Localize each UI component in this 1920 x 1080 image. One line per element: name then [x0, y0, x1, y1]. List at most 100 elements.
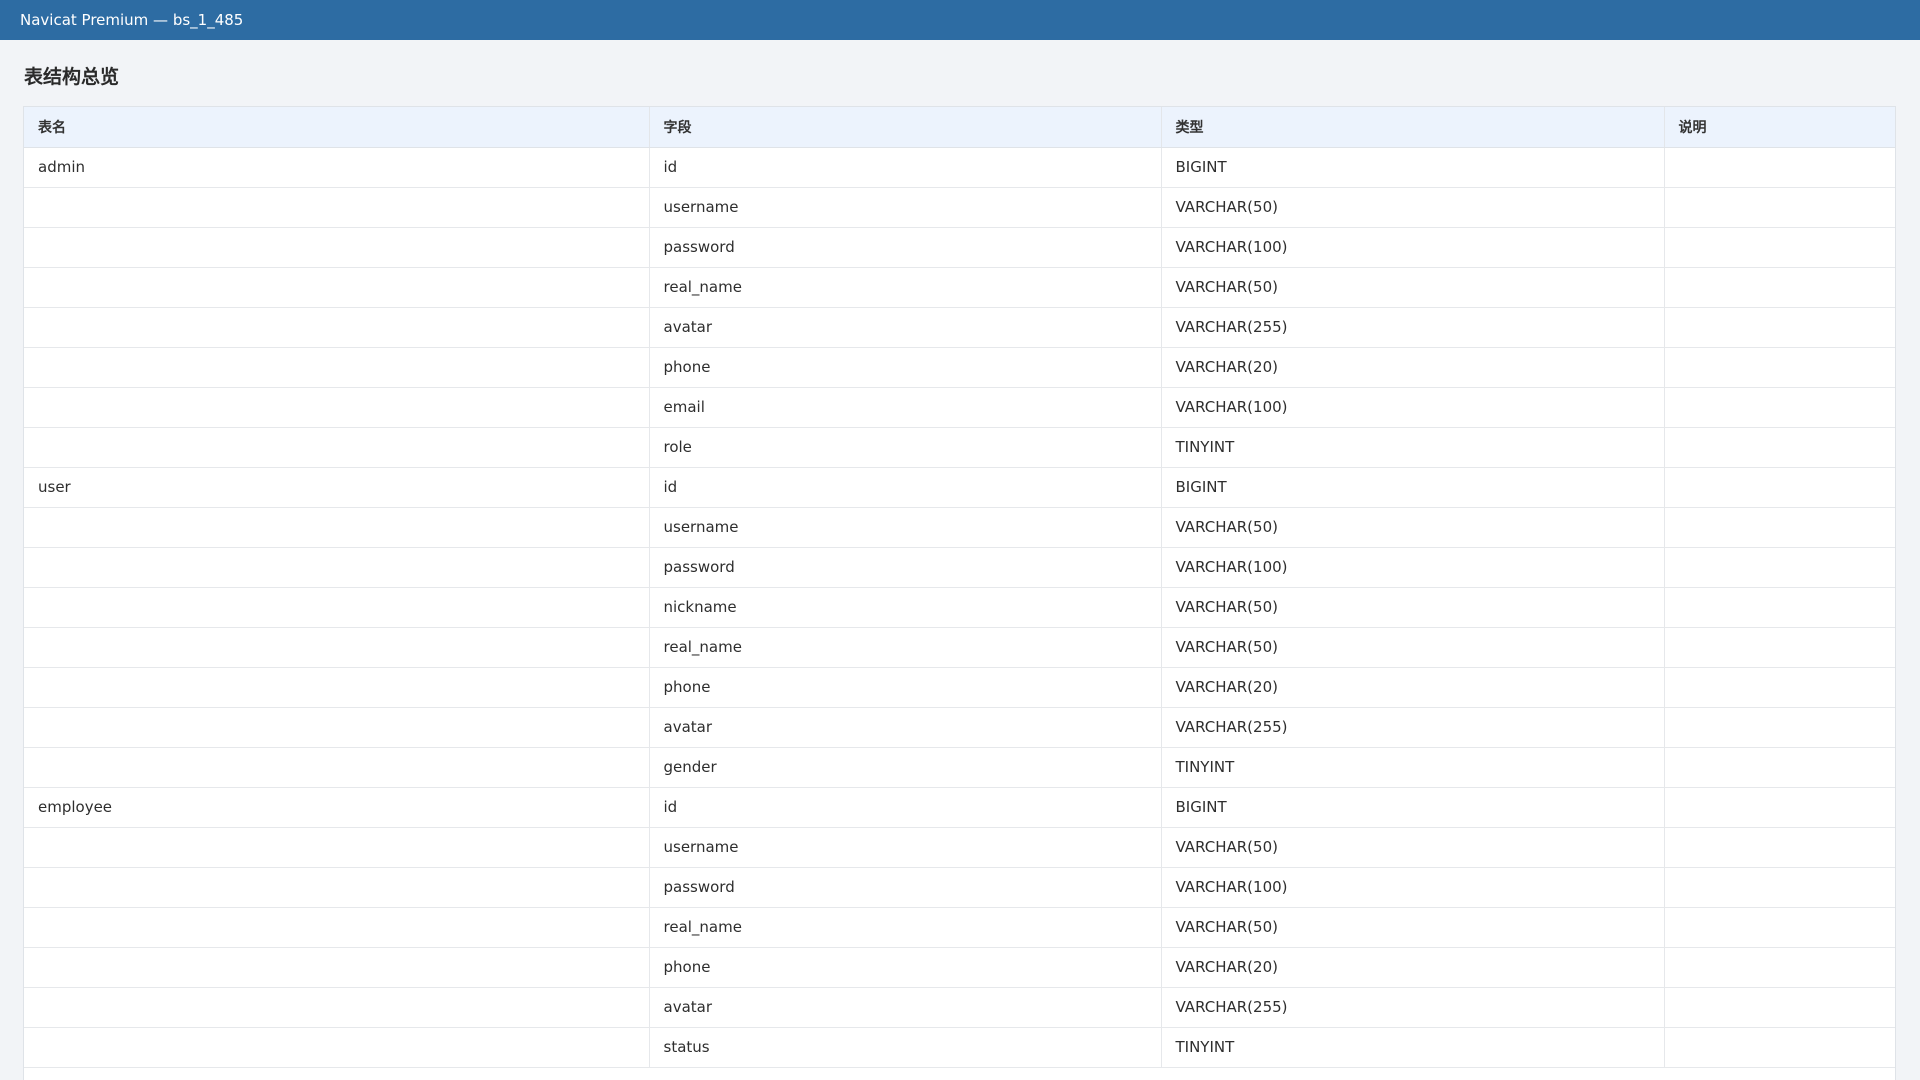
cell-description[interactable] — [1664, 787, 1895, 828]
table-row[interactable]: username VARCHAR(50) — [24, 827, 1895, 868]
cell-table-name[interactable] — [24, 627, 650, 668]
cell-table-name[interactable] — [24, 707, 650, 748]
cell-field[interactable]: id — [649, 147, 1162, 188]
cell-field[interactable]: password — [649, 227, 1162, 268]
cell-type[interactable]: VARCHAR(20) — [1161, 347, 1665, 388]
cell-field[interactable]: status — [649, 1027, 1162, 1068]
cell-description[interactable] — [1664, 467, 1895, 508]
cell-table-name[interactable] — [24, 907, 650, 948]
cell-field[interactable]: avatar — [649, 707, 1162, 748]
cell-field[interactable]: password — [649, 547, 1162, 588]
table-row[interactable]: real_name VARCHAR(50) — [24, 267, 1895, 308]
cell-table-name[interactable] — [24, 827, 650, 868]
cell-description[interactable] — [1664, 547, 1895, 588]
cell-type[interactable]: VARCHAR(50) — [1161, 627, 1665, 668]
cell-table-name[interactable] — [24, 347, 650, 388]
cell-table-name[interactable] — [24, 187, 650, 228]
cell-field[interactable]: real_name — [649, 627, 1162, 668]
cell-type[interactable]: VARCHAR(50) — [1161, 907, 1665, 948]
cell-table-name[interactable] — [24, 667, 650, 708]
column-header-type[interactable]: 类型 — [1161, 107, 1665, 148]
cell-type[interactable]: VARCHAR(50) — [1161, 587, 1665, 628]
table-row[interactable]: gender TINYINT — [24, 747, 1895, 788]
cell-table-name[interactable]: employee — [24, 787, 650, 828]
cell-table-name[interactable]: user — [24, 467, 650, 508]
cell-table-name[interactable] — [24, 867, 650, 908]
cell-type[interactable]: BIGINT — [1161, 467, 1665, 508]
table-row[interactable]: role TINYINT — [24, 427, 1895, 468]
cell-table-name[interactable] — [24, 227, 650, 268]
table-row[interactable]: avatar VARCHAR(255) — [24, 707, 1895, 748]
cell-field[interactable]: username — [649, 187, 1162, 228]
column-header-table-name[interactable]: 表名 — [24, 107, 650, 148]
cell-description[interactable] — [1664, 747, 1895, 788]
cell-description[interactable] — [1664, 1027, 1895, 1068]
cell-field[interactable]: username — [649, 507, 1162, 548]
cell-description[interactable] — [1664, 827, 1895, 868]
cell-field[interactable]: email — [649, 387, 1162, 428]
table-row[interactable]: email VARCHAR(100) — [24, 387, 1895, 428]
table-row[interactable]: employee id BIGINT — [24, 787, 1895, 828]
cell-type[interactable]: VARCHAR(255) — [1161, 987, 1665, 1028]
cell-description[interactable] — [1664, 947, 1895, 988]
cell-description[interactable] — [1664, 147, 1895, 188]
table-row[interactable]: status TINYINT — [24, 1027, 1895, 1068]
column-header-field[interactable]: 字段 — [649, 107, 1162, 148]
cell-description[interactable] — [1664, 507, 1895, 548]
cell-field[interactable]: real_name — [649, 267, 1162, 308]
cell-table-name[interactable] — [24, 987, 650, 1028]
cell-field[interactable]: real_name — [649, 907, 1162, 948]
cell-description[interactable] — [1664, 867, 1895, 908]
cell-table-name[interactable] — [24, 947, 650, 988]
cell-description[interactable] — [1664, 427, 1895, 468]
cell-description[interactable] — [1664, 907, 1895, 948]
cell-field[interactable]: username — [649, 827, 1162, 868]
cell-description[interactable] — [1664, 987, 1895, 1028]
cell-description[interactable] — [1664, 707, 1895, 748]
table-row[interactable]: avatar VARCHAR(255) — [24, 987, 1895, 1028]
cell-description[interactable] — [1664, 627, 1895, 668]
cell-type[interactable]: VARCHAR(100) — [1161, 547, 1665, 588]
cell-table-name[interactable] — [24, 307, 650, 348]
cell-table-name[interactable] — [24, 387, 650, 428]
cell-type[interactable]: VARCHAR(20) — [1161, 667, 1665, 708]
cell-type[interactable]: VARCHAR(255) — [1161, 707, 1665, 748]
table-row[interactable]: avatar VARCHAR(255) — [24, 307, 1895, 348]
cell-description[interactable] — [1664, 347, 1895, 388]
table-row[interactable]: real_name VARCHAR(50) — [24, 907, 1895, 948]
cell-type[interactable]: VARCHAR(50) — [1161, 267, 1665, 308]
cell-type[interactable]: VARCHAR(100) — [1161, 867, 1665, 908]
cell-table-name[interactable] — [24, 747, 650, 788]
table-row[interactable]: password VARCHAR(100) — [24, 547, 1895, 588]
table-row[interactable]: password VARCHAR(100) — [24, 227, 1895, 268]
column-header-description[interactable]: 说明 — [1664, 107, 1895, 148]
table-row[interactable]: phone VARCHAR(20) — [24, 347, 1895, 388]
cell-field[interactable]: avatar — [649, 987, 1162, 1028]
table-row[interactable]: username VARCHAR(50) — [24, 187, 1895, 228]
cell-description[interactable] — [1664, 187, 1895, 228]
table-row[interactable]: password VARCHAR(100) — [24, 867, 1895, 908]
cell-table-name[interactable] — [24, 427, 650, 468]
cell-type[interactable]: VARCHAR(50) — [1161, 187, 1665, 228]
cell-field[interactable]: id — [649, 467, 1162, 508]
cell-field[interactable]: phone — [649, 947, 1162, 988]
table-row[interactable]: admin id BIGINT — [24, 147, 1895, 188]
cell-field[interactable]: password — [649, 867, 1162, 908]
cell-type[interactable]: VARCHAR(100) — [1161, 227, 1665, 268]
cell-field[interactable]: id — [649, 787, 1162, 828]
cell-description[interactable] — [1664, 667, 1895, 708]
cell-type[interactable]: VARCHAR(100) — [1161, 387, 1665, 428]
table-row[interactable]: username VARCHAR(50) — [24, 507, 1895, 548]
cell-type[interactable]: VARCHAR(50) — [1161, 827, 1665, 868]
cell-description[interactable] — [1664, 307, 1895, 348]
cell-field[interactable]: phone — [649, 667, 1162, 708]
cell-table-name[interactable] — [24, 267, 650, 308]
cell-field[interactable]: phone — [649, 347, 1162, 388]
cell-type[interactable]: VARCHAR(255) — [1161, 307, 1665, 348]
cell-description[interactable] — [1664, 587, 1895, 628]
cell-table-name[interactable] — [24, 1027, 650, 1068]
table-row[interactable]: phone VARCHAR(20) — [24, 667, 1895, 708]
table-row[interactable]: phone VARCHAR(20) — [24, 947, 1895, 988]
cell-table-name[interactable] — [24, 587, 650, 628]
cell-field[interactable]: nickname — [649, 587, 1162, 628]
